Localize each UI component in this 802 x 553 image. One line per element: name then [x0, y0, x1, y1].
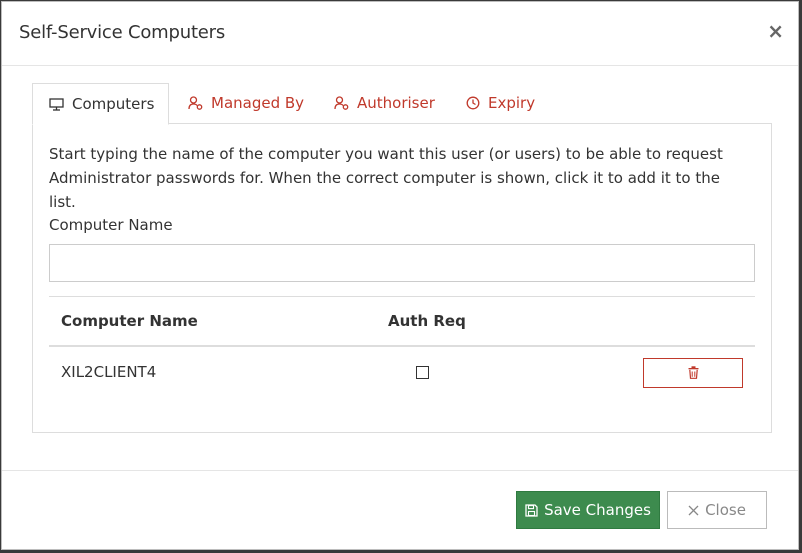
save-label: Save Changes — [544, 501, 651, 519]
close-label: Close — [705, 501, 746, 519]
computers-table: Computer Name Auth Req XIL2CLIENT4 — [49, 296, 755, 399]
computer-name-cell: XIL2CLIENT4 — [61, 363, 157, 381]
clock-icon — [466, 96, 480, 110]
save-changes-button[interactable]: Save Changes — [516, 491, 660, 529]
tab-label: Managed By — [211, 94, 305, 112]
auth-req-checkbox[interactable] — [416, 366, 429, 379]
dialog-title: Self-Service Computers — [19, 22, 226, 43]
table-header: Computer Name Auth Req — [49, 297, 755, 347]
delete-row-button[interactable] — [643, 358, 743, 388]
monitor-icon — [49, 97, 64, 111]
computer-name-label: Computer Name — [49, 216, 173, 234]
dialog-footer: Save Changes Close — [2, 470, 798, 549]
trash-icon — [688, 364, 699, 383]
instructions-text: Start typing the name of the computer yo… — [49, 145, 723, 211]
tab-label: Authoriser — [357, 94, 435, 112]
computers-tab-panel: Start typing the name of the computer yo… — [32, 123, 772, 433]
tab-computers[interactable]: Computers — [32, 83, 169, 125]
close-button[interactable]: Close — [667, 491, 767, 529]
self-service-computers-dialog: Self-Service Computers × Computers Manag… — [1, 1, 799, 550]
column-header-computer-name: Computer Name — [61, 312, 198, 330]
table-row: XIL2CLIENT4 — [49, 347, 755, 399]
tab-expiry[interactable]: Expiry — [450, 83, 551, 123]
close-icon[interactable]: × — [767, 20, 784, 42]
tab-managed-by[interactable]: Managed By — [172, 83, 320, 123]
computer-name-input[interactable] — [49, 244, 755, 282]
tab-label: Expiry — [488, 94, 536, 112]
dialog-header: Self-Service Computers × — [2, 2, 798, 66]
user-cog-icon — [334, 96, 349, 110]
close-icon — [688, 505, 699, 516]
tab-authoriser[interactable]: Authoriser — [318, 83, 451, 123]
tab-label: Computers — [72, 95, 155, 113]
save-icon — [525, 503, 538, 517]
column-header-auth-req: Auth Req — [388, 312, 466, 330]
users-cog-icon — [188, 96, 203, 110]
